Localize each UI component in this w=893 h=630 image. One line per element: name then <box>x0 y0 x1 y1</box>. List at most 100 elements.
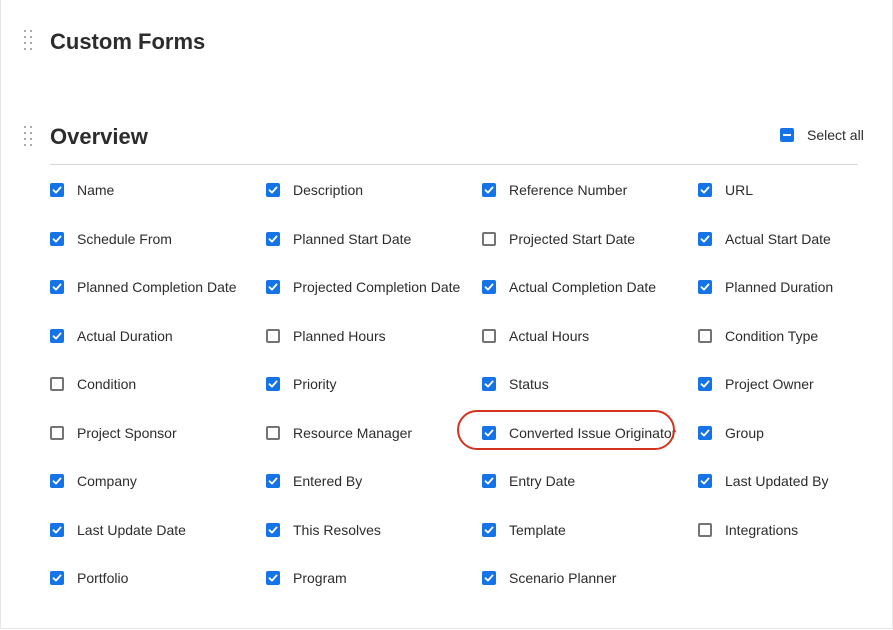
checkbox-checked-icon <box>698 280 712 294</box>
field-checkbox[interactable]: Integrations <box>698 517 858 543</box>
checkbox-unchecked-icon <box>698 522 712 537</box>
checkbox-checked-icon <box>50 328 64 343</box>
checkbox-checked-icon <box>482 377 496 391</box>
checkbox-checked-icon <box>266 377 280 391</box>
field-checkbox-label: Last Updated By <box>725 473 829 489</box>
field-checkbox-label: Converted Issue Originator <box>509 424 677 441</box>
checkbox-unchecked-icon <box>482 328 496 343</box>
field-checkbox-label: Condition <box>77 376 137 392</box>
field-checkbox[interactable]: Project Sponsor <box>50 420 266 446</box>
field-checkbox[interactable]: Name <box>50 177 266 203</box>
field-checkbox[interactable]: Company <box>50 468 266 494</box>
field-checkbox[interactable]: Entry Date <box>482 468 698 494</box>
checkbox-checked-icon <box>482 280 496 294</box>
field-checkbox[interactable]: Actual Completion Date <box>482 274 698 300</box>
field-checkbox[interactable]: Last Update Date <box>50 517 266 543</box>
field-checkbox-label: Planned Completion Date <box>77 279 237 295</box>
field-checkbox-label: Integrations <box>725 521 799 538</box>
field-checkbox-label: Priority <box>293 376 337 392</box>
custom-forms-title: Custom Forms <box>50 29 206 54</box>
checkbox-checked-icon <box>698 425 712 440</box>
field-checkbox[interactable]: Program <box>266 565 482 591</box>
checkbox-unchecked-icon <box>266 328 280 343</box>
field-checkbox[interactable]: Projected Completion Date <box>266 274 482 300</box>
checkbox-unchecked-icon <box>698 328 712 343</box>
field-checkbox-label: Entered By <box>293 473 363 489</box>
checkbox-checked-icon <box>266 474 280 488</box>
field-checkbox[interactable]: Status <box>482 371 698 397</box>
checkbox-checked-icon <box>266 522 280 537</box>
section-divider <box>50 164 858 165</box>
field-checkbox[interactable]: Group <box>698 420 858 446</box>
field-checkbox-label: Program <box>293 570 347 586</box>
field-checkbox-label: Planned Start Date <box>293 230 412 247</box>
drag-handle-icon[interactable] <box>24 30 34 52</box>
field-checkbox[interactable]: Planned Duration <box>698 274 858 300</box>
checkbox-checked-icon <box>698 377 712 391</box>
drag-handle-icon[interactable] <box>24 126 34 148</box>
field-checkbox[interactable]: Converted Issue Originator <box>482 420 698 446</box>
field-checkbox[interactable]: Last Updated By <box>698 468 858 494</box>
field-checkbox[interactable]: Priority <box>266 371 482 397</box>
field-checkbox-label: Group <box>725 424 764 441</box>
field-checkbox-label: Entry Date <box>509 473 576 489</box>
checkbox-checked-icon <box>698 474 712 488</box>
field-checkbox[interactable]: Description <box>266 177 482 203</box>
field-checkbox[interactable]: URL <box>698 177 858 203</box>
field-checkbox-label: Last Update Date <box>77 521 186 538</box>
field-checkbox[interactable]: Condition Type <box>698 323 858 349</box>
field-checkbox-label: Projected Completion Date <box>293 279 461 295</box>
field-checkbox[interactable]: Actual Start Date <box>698 226 858 252</box>
checkbox-checked-icon <box>266 280 280 294</box>
checkbox-checked-icon <box>50 522 64 537</box>
field-checkbox-label: Company <box>77 473 137 489</box>
field-checkbox[interactable]: Condition <box>50 371 266 397</box>
select-all-checkbox[interactable]: Select all <box>780 126 864 144</box>
field-checkbox[interactable]: Actual Hours <box>482 323 698 349</box>
checkbox-checked-icon <box>698 231 712 246</box>
field-checkbox-label: Condition Type <box>725 327 819 344</box>
field-checkbox[interactable]: Projected Start Date <box>482 226 698 252</box>
checkbox-checked-icon <box>50 474 64 488</box>
field-checkbox-label: Planned Hours <box>293 327 386 344</box>
checkbox-checked-icon <box>482 474 496 488</box>
checkbox-checked-icon <box>50 231 64 246</box>
checkbox-checked-icon <box>50 280 64 294</box>
field-checkbox[interactable]: Planned Start Date <box>266 226 482 252</box>
field-checkbox-label: Schedule From <box>77 230 172 247</box>
checkbox-checked-icon <box>482 571 496 585</box>
select-all-label: Select all <box>807 127 864 143</box>
field-checkbox[interactable]: Actual Duration <box>50 323 266 349</box>
field-checkbox[interactable]: This Resolves <box>266 517 482 543</box>
field-checkbox[interactable]: Scenario Planner <box>482 565 698 591</box>
indeterminate-checkbox-icon <box>780 128 794 142</box>
field-checkbox-label: This Resolves <box>293 521 381 538</box>
field-checkbox[interactable]: Reference Number <box>482 177 698 203</box>
checkbox-checked-icon <box>482 425 496 440</box>
checkbox-checked-icon <box>266 571 280 585</box>
checkbox-checked-icon <box>266 183 280 197</box>
field-checkbox-label: Portfolio <box>77 570 129 586</box>
field-checkbox[interactable]: Entered By <box>266 468 482 494</box>
field-checkbox-label: Actual Completion Date <box>509 279 657 295</box>
checkbox-unchecked-icon <box>50 377 64 391</box>
checkbox-checked-icon <box>266 231 280 246</box>
field-checkbox[interactable]: Planned Completion Date <box>50 274 266 300</box>
field-checkbox-label: Resource Manager <box>293 424 413 441</box>
checkbox-checked-icon <box>50 183 64 197</box>
checkbox-checked-icon <box>698 183 712 197</box>
overview-title: Overview <box>50 124 148 149</box>
field-checkbox[interactable]: Schedule From <box>50 226 266 252</box>
field-checkbox-label: Project Owner <box>725 376 814 392</box>
field-checkbox-grid: Name Description Reference Number URL Schedu… <box>50 177 858 614</box>
field-checkbox[interactable]: Portfolio <box>50 565 266 591</box>
field-checkbox[interactable]: Resource Manager <box>266 420 482 446</box>
field-checkbox[interactable]: Project Owner <box>698 371 858 397</box>
checkbox-checked-icon <box>50 571 64 585</box>
checkbox-checked-icon <box>482 183 496 197</box>
field-checkbox[interactable]: Planned Hours <box>266 323 482 349</box>
field-checkbox[interactable]: Template <box>482 517 698 543</box>
field-checkbox-label: Scenario Planner <box>509 570 617 586</box>
checkbox-checked-icon <box>482 522 496 537</box>
field-checkbox-label: Planned Duration <box>725 279 834 295</box>
